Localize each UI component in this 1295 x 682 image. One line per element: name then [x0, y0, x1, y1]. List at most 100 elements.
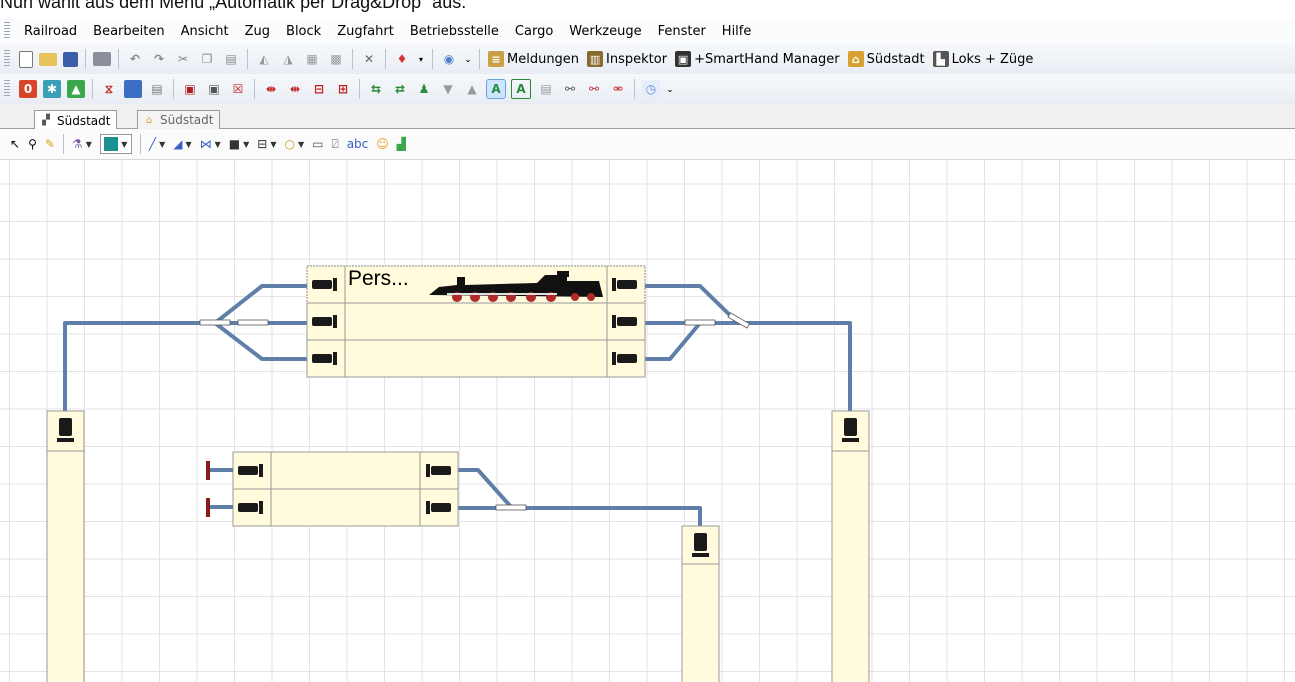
overflow-icon[interactable]: ⌄: [666, 80, 674, 98]
label-icon[interactable]: ⍁: [331, 135, 338, 153]
block-body[interactable]: [306, 302, 646, 341]
go-icon[interactable]: ▲: [67, 80, 85, 98]
locos-trains-button[interactable]: ▙ Loks + Züge: [932, 51, 1033, 67]
copy-icon[interactable]: ❐: [198, 50, 216, 68]
align-left-icon[interactable]: ◭: [255, 50, 273, 68]
menu-hilfe[interactable]: Hilfe: [714, 24, 760, 39]
properties-icon[interactable]: ▦: [303, 50, 321, 68]
block-icon[interactable]: ⊟ ▼: [257, 135, 276, 153]
block-body[interactable]: [46, 410, 85, 682]
overflow-icon[interactable]: ⌄: [464, 50, 472, 68]
toolbar-grip: [4, 80, 10, 98]
toolbar-separator: [118, 49, 119, 69]
block-body[interactable]: [232, 451, 459, 490]
switch-left-icon[interactable]: ⇆: [367, 80, 385, 98]
turnout-icon[interactable]: ◢ ▼: [173, 135, 191, 153]
screen-icon[interactable]: [124, 80, 142, 98]
menu-bearbeiten[interactable]: Bearbeiten: [85, 24, 172, 39]
connect-icon[interactable]: ⚲: [28, 135, 37, 153]
station-button[interactable]: ⌂ Südstadt: [847, 51, 925, 67]
caption-text: Nun wählt aus dem Menü „Automatik per Dr…: [0, 0, 467, 12]
redo-icon[interactable]: ↷: [150, 50, 168, 68]
track-lower-block-lower: [458, 506, 702, 526]
image-icon[interactable]: ▟: [397, 135, 406, 153]
block-body[interactable]: [831, 410, 870, 682]
calculator-icon[interactable]: ▤: [148, 80, 166, 98]
fill-icon[interactable]: ⚗ ▼: [72, 135, 92, 153]
text-field-icon[interactable]: ▭: [312, 135, 323, 153]
pencil-icon[interactable]: ✎: [45, 135, 55, 153]
block-left-icon[interactable]: ⊟: [310, 80, 328, 98]
track-left-main: [63, 321, 268, 411]
pin-icon[interactable]: ♦: [393, 50, 411, 68]
text-icon[interactable]: abc: [347, 135, 369, 153]
signal-icon[interactable]: ■ ▼: [229, 135, 250, 153]
main-toolbar: ↶ ↷ ✂ ❐ ▤ ◭ ◮ ▦ ▩ ✕ ♦ ▾ ◉ ⌄ ≡ Meldungen …: [0, 44, 1295, 74]
switch-right-icon[interactable]: ⇄: [391, 80, 409, 98]
track-icon[interactable]: ╱ ▼: [149, 135, 165, 153]
station-icon: ⌂: [847, 51, 864, 67]
inspector-button[interactable]: ▥ Inspektor: [587, 51, 667, 67]
print-icon[interactable]: [93, 52, 111, 66]
chevron-down-icon[interactable]: ▾: [417, 50, 425, 68]
toolbar-separator: [359, 79, 360, 99]
route-cancel-icon[interactable]: ⇹: [286, 80, 304, 98]
automatic-icon[interactable]: A: [511, 79, 531, 99]
block-right-icon[interactable]: ⊞: [334, 80, 352, 98]
block-body[interactable]: [306, 339, 646, 378]
block-vertical-marker-icon: [842, 418, 859, 442]
toolbar-separator: [254, 79, 255, 99]
operator-icon[interactable]: ♟: [415, 80, 433, 98]
link-remove-icon[interactable]: ⚮: [609, 80, 627, 98]
tools-icon[interactable]: ✕: [360, 50, 378, 68]
block-body[interactable]: [232, 488, 459, 527]
menu-ansicht[interactable]: Ansicht: [173, 24, 237, 39]
smarthand-manager-button[interactable]: ▣ +SmartHand Manager: [675, 51, 840, 67]
automatic-drag-drop-icon[interactable]: A: [486, 79, 506, 99]
color-picker[interactable]: ▼: [99, 134, 132, 154]
track-right-lower: [645, 321, 702, 361]
menu-zug[interactable]: Zug: [237, 24, 278, 39]
signal-green-icon[interactable]: ▣: [205, 80, 223, 98]
menu-railroad[interactable]: Railroad: [16, 24, 85, 39]
grid-icon[interactable]: ▩: [327, 50, 345, 68]
menu-zugfahrt[interactable]: Zugfahrt: [329, 24, 402, 39]
menu-werkzeuge[interactable]: Werkzeuge: [561, 24, 649, 39]
open-folder-icon[interactable]: [39, 52, 57, 66]
pointer-icon[interactable]: ↖: [10, 135, 20, 153]
layout-canvas[interactable]: Pers...: [0, 160, 1295, 682]
emoji-icon[interactable]: ☺: [376, 135, 389, 153]
tab-layout[interactable]: ▞ Südstadt: [34, 110, 118, 130]
undo-icon[interactable]: ↶: [126, 50, 144, 68]
menu-grip: [4, 22, 10, 40]
save-icon[interactable]: [63, 51, 78, 67]
turnout-marker: [684, 319, 716, 326]
signal-red-icon[interactable]: ▣: [181, 80, 199, 98]
align-right-icon[interactable]: ◮: [279, 50, 297, 68]
tab-station[interactable]: ⌂ Südstadt: [137, 110, 221, 129]
signal-cancel-icon[interactable]: ☒: [229, 80, 247, 98]
link-icon[interactable]: ⚯: [561, 80, 579, 98]
emergency-stop-icon[interactable]: 0: [19, 80, 37, 98]
messages-button[interactable]: ≡ Meldungen: [488, 51, 579, 67]
gear-icon[interactable]: ✱: [43, 80, 61, 98]
download-icon[interactable]: ▼: [439, 80, 457, 98]
upload-icon[interactable]: ▲: [463, 80, 481, 98]
menu-block[interactable]: Block: [278, 24, 329, 39]
crossing-icon[interactable]: ⋈ ▼: [200, 135, 221, 153]
hourglass-icon[interactable]: ⧖: [100, 80, 118, 98]
menu-betriebsstelle[interactable]: Betriebsstelle: [402, 24, 507, 39]
clock-icon[interactable]: ◷: [642, 80, 660, 98]
menu-cargo[interactable]: Cargo: [507, 24, 561, 39]
paste-icon[interactable]: ▤: [222, 50, 240, 68]
cut-icon[interactable]: ✂: [174, 50, 192, 68]
tab-station-label: Südstadt: [160, 113, 214, 127]
globe-icon[interactable]: ◉: [440, 50, 458, 68]
new-file-icon[interactable]: [19, 50, 33, 68]
toolbar-separator: [62, 134, 64, 154]
link-add-icon[interactable]: ⚯: [585, 80, 603, 98]
menu-fenster[interactable]: Fenster: [650, 24, 714, 39]
circle-icon[interactable]: ○ ▼: [285, 135, 305, 153]
route-set-icon[interactable]: ⇼: [262, 80, 280, 98]
schedule-icon[interactable]: ▤: [537, 80, 555, 98]
